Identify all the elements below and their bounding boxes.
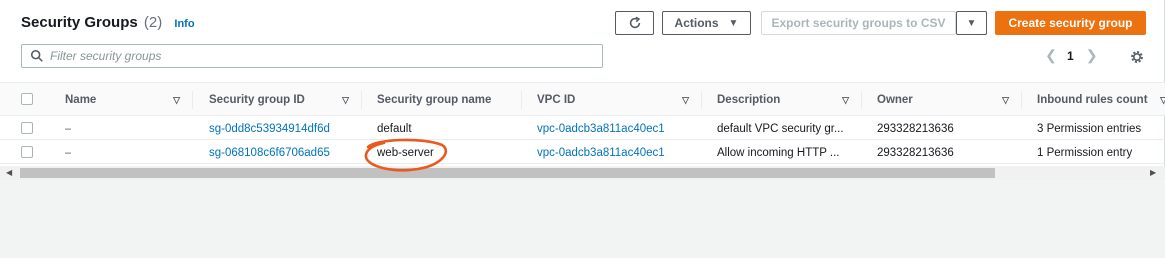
page-title: Security Groups (2) Info bbox=[21, 14, 195, 31]
column-header-name[interactable]: Name ▽ bbox=[65, 83, 192, 117]
cell-name: – bbox=[65, 146, 72, 159]
column-label: Owner bbox=[877, 94, 913, 106]
column-label: Description bbox=[717, 94, 781, 106]
cell-vpc-id[interactable]: vpc-0adcb3a811ac40ec1 bbox=[537, 141, 665, 164]
column-divider bbox=[361, 91, 362, 109]
sort-caret-icon: ▽ bbox=[842, 94, 849, 105]
column-header-sg-name[interactable]: Security group name bbox=[377, 83, 521, 117]
search-field[interactable] bbox=[21, 44, 603, 68]
info-link[interactable]: Info bbox=[174, 18, 194, 30]
export-csv-button[interactable]: Export security groups to CSV bbox=[761, 11, 956, 35]
table-row[interactable]: – sg-0dd8c53934914df6d default vpc-0adcb… bbox=[0, 117, 1165, 140]
cell-name: – bbox=[65, 122, 72, 135]
column-label: VPC ID bbox=[537, 94, 576, 106]
create-security-group-button[interactable]: Create security group bbox=[995, 11, 1146, 35]
column-divider bbox=[192, 91, 193, 109]
sort-caret-icon: ▽ bbox=[342, 94, 349, 105]
export-dropdown-button[interactable]: ▼ bbox=[956, 11, 987, 35]
column-divider bbox=[521, 91, 522, 109]
export-label: Export security groups to CSV bbox=[771, 16, 946, 30]
column-divider bbox=[701, 91, 702, 109]
actions-label: Actions bbox=[674, 16, 719, 30]
gear-icon[interactable] bbox=[1129, 49, 1145, 65]
caret-down-icon: ▼ bbox=[728, 17, 739, 29]
row-checkbox[interactable] bbox=[21, 146, 33, 158]
sort-caret-icon: ▽ bbox=[682, 94, 689, 105]
cell-sg-id[interactable]: sg-0dd8c53934914df6d bbox=[209, 117, 330, 140]
sort-caret-icon: ▽ bbox=[1002, 94, 1009, 105]
caret-down-icon: ▼ bbox=[966, 17, 977, 29]
cell-description: Allow incoming HTTP ... bbox=[717, 146, 840, 159]
cell-sg-id[interactable]: sg-068108c6f6706ad65 bbox=[209, 141, 330, 164]
refresh-icon bbox=[629, 16, 640, 29]
pagination: ❮ 1 ❯ bbox=[1043, 47, 1100, 64]
column-header-vpc-id[interactable]: VPC ID ▽ bbox=[537, 83, 701, 117]
search-icon bbox=[30, 49, 43, 62]
select-all-checkbox[interactable] bbox=[21, 93, 33, 105]
cell-inbound-rules: 3 Permission entries bbox=[1037, 122, 1142, 135]
column-label: Security group ID bbox=[209, 94, 305, 106]
row-checkbox[interactable] bbox=[21, 122, 33, 134]
group-count: (2) bbox=[143, 14, 163, 31]
cell-inbound-rules: 1 Permission entry bbox=[1037, 146, 1133, 159]
sort-caret-icon: ▽ bbox=[1160, 94, 1165, 105]
table-row[interactable]: – sg-068108c6f6706ad65 web-server vpc-0a… bbox=[0, 141, 1165, 164]
scrollbar-thumb[interactable] bbox=[20, 168, 995, 178]
sort-caret-icon: ▽ bbox=[173, 94, 180, 105]
scroll-left-arrow-icon[interactable]: ◀ bbox=[6, 168, 12, 177]
column-header-description[interactable]: Description ▽ bbox=[717, 83, 861, 117]
cell-owner: 293328213636 bbox=[877, 146, 954, 159]
table-header: Name ▽ Security group ID ▽ Security grou… bbox=[0, 82, 1165, 116]
column-label: Inbound rules count bbox=[1037, 94, 1148, 106]
column-divider bbox=[861, 91, 862, 109]
scroll-right-arrow-icon[interactable]: ▶ bbox=[1150, 168, 1156, 177]
security-groups-panel: Security Groups (2) Info Actions ▼ Expor… bbox=[0, 0, 1165, 180]
annotation-circle bbox=[364, 138, 448, 172]
search-input[interactable] bbox=[50, 49, 570, 63]
chevron-left-icon[interactable]: ❮ bbox=[1043, 47, 1059, 64]
cell-vpc-id[interactable]: vpc-0adcb3a811ac40ec1 bbox=[537, 117, 665, 140]
column-header-sg-id[interactable]: Security group ID ▽ bbox=[209, 83, 361, 117]
column-label: Security group name bbox=[377, 94, 492, 106]
column-header-inbound-rules[interactable]: Inbound rules count ▽ bbox=[1037, 83, 1165, 117]
column-label: Name bbox=[65, 94, 97, 106]
column-header-owner[interactable]: Owner ▽ bbox=[877, 83, 1021, 117]
column-divider bbox=[1021, 91, 1022, 109]
actions-button[interactable]: Actions ▼ bbox=[662, 11, 751, 35]
current-page[interactable]: 1 bbox=[1067, 49, 1074, 63]
cell-description: default VPC security gr... bbox=[717, 122, 844, 135]
create-label: Create security group bbox=[1008, 16, 1133, 30]
cell-owner: 293328213636 bbox=[877, 122, 954, 135]
title-text: Security Groups bbox=[21, 14, 138, 31]
chevron-right-icon[interactable]: ❯ bbox=[1084, 47, 1100, 64]
refresh-button[interactable] bbox=[615, 11, 654, 35]
horizontal-scrollbar[interactable]: ◀ ▶ bbox=[0, 166, 1165, 180]
